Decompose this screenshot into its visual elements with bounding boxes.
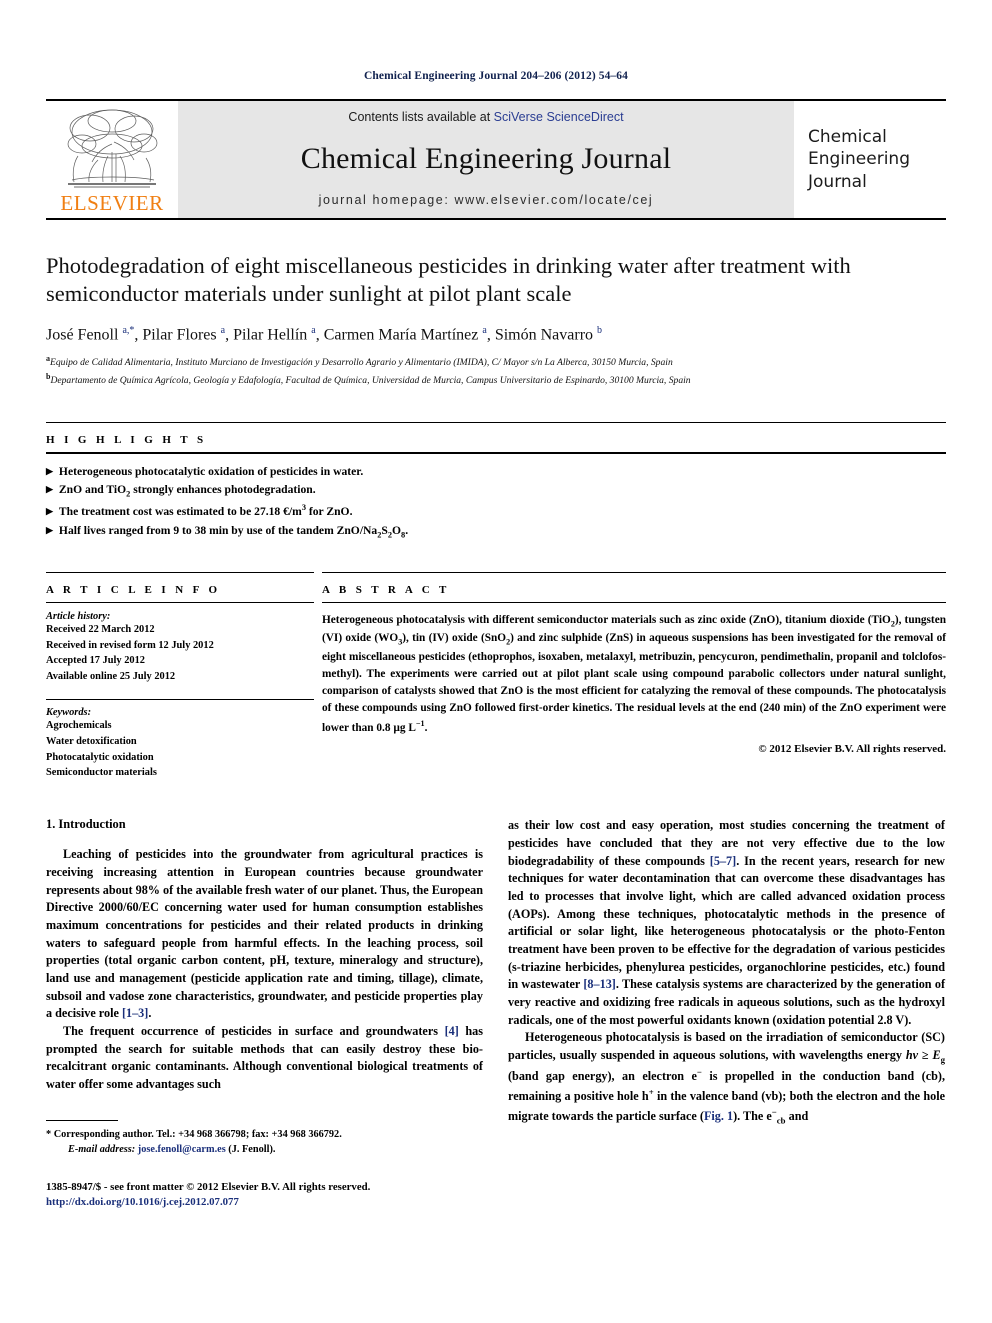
keyword-item: Semiconductor materials	[46, 767, 157, 779]
history-online: Available online 25 July 2012	[46, 671, 176, 683]
highlight-text: The treatment cost was estimated to be 2…	[58, 503, 353, 519]
intro-paragraph-2: The frequent occurrence of pesticides in…	[46, 1024, 483, 1092]
bullet-triangle-icon: ▶	[46, 524, 53, 535]
elsevier-logo: ELSEVIER	[46, 101, 178, 218]
intro-paragraph-3: as their low cost and easy operation, mo…	[508, 818, 945, 1027]
highlight-text: Heterogeneous photocatalytic oxidation o…	[58, 464, 364, 478]
keywords-rule: Keywords: Agrochemicals Water detoxifica…	[46, 698, 314, 781]
abstract-column: A B S T R A C T Heterogeneous photocatal…	[314, 571, 946, 782]
keywords-label: Keywords:	[46, 706, 92, 718]
cover-line-3: Journal	[808, 171, 867, 192]
affiliation-b-text: Departamento de Química Agrícola, Geolog…	[50, 375, 691, 386]
cover-line-2: Engineering	[808, 149, 910, 170]
highlights-heading: H I G H L I G H T S	[46, 433, 207, 446]
bullet-triangle-icon: ▶	[46, 506, 53, 517]
journal-homepage-link[interactable]: journal homepage: www.elsevier.com/locat…	[319, 193, 654, 207]
info-abstract-block: A R T I C L E I N F O Article history: R…	[46, 571, 946, 782]
body-column-left: 1. Introduction Leaching of pesticides i…	[46, 817, 483, 1211]
page-title: Photodegradation of eight miscellaneous …	[46, 253, 851, 307]
abstract-body: Heterogeneous photocatalysis with differ…	[322, 613, 946, 734]
issn-block: 1385-8947/$ - see front matter © 2012 El…	[46, 1180, 483, 1211]
page-content: Chemical Engineering Journal 204–206 (20…	[46, 0, 946, 1211]
affiliation-b: bDepartamento de Química Agrícola, Geolo…	[46, 371, 946, 388]
doi-link[interactable]: http://dx.doi.org/10.1016/j.cej.2012.07.…	[46, 1195, 483, 1211]
history-received: Received 22 March 2012	[46, 623, 155, 635]
list-item: ▶ Half lives ranged from 9 to 38 min by …	[46, 522, 946, 542]
running-head: Chemical Engineering Journal 204–206 (20…	[364, 70, 628, 82]
bullet-triangle-icon: ▶	[46, 484, 53, 495]
footnote-rule	[46, 1119, 118, 1121]
abstract-top-rule: A B S T R A C T	[322, 571, 946, 596]
journal-masthead: ELSEVIER Contents lists available at Sci…	[46, 101, 946, 218]
highlight-text: ZnO and TiO2 strongly enhances photodegr…	[58, 483, 316, 499]
author-list: José Fenoll a,*, Pilar Flores a, Pilar H…	[46, 324, 603, 344]
keyword-item: Water detoxification	[46, 735, 137, 747]
abstract-heading: A B S T R A C T	[322, 583, 450, 596]
article-info-column: A R T I C L E I N F O Article history: R…	[46, 571, 314, 782]
affiliation-a-text: Equipo de Calidad Alimentaria, Instituto…	[50, 357, 673, 369]
masthead-bottom-rule	[46, 218, 946, 220]
corresponding-author-note: * Corresponding author. Tel.: +34 968 36…	[46, 1128, 342, 1140]
list-item: ▶ ZnO and TiO2 strongly enhances photode…	[46, 481, 946, 501]
abstract-under-rule	[322, 601, 946, 603]
intro-paragraph-4: Heterogeneous photocatalysis is based on…	[508, 1030, 945, 1126]
contents-prefix: Contents lists available at	[348, 110, 494, 124]
journal-cover-title: Chemical Engineering Journal	[794, 101, 946, 218]
article-history-label: Article history:	[46, 610, 111, 622]
issn-front-matter: 1385-8947/$ - see front matter © 2012 El…	[46, 1180, 371, 1193]
article-info-under-rule	[46, 601, 314, 603]
article-info-top-rule: A R T I C L E I N F O	[46, 571, 314, 596]
highlights-list: ▶ Heterogeneous photocatalytic oxidation…	[46, 463, 946, 542]
highlights-section: H I G H L I G H T S ▶ Heterogeneous phot…	[46, 421, 946, 542]
highlights-top-rule: H I G H L I G H T S	[46, 421, 946, 446]
affiliation-a: aEquipo de Calidad Alimentaria, Institut…	[46, 353, 946, 370]
journal-title: Chemical Engineering Journal	[300, 141, 672, 175]
history-revised: Received in revised form 12 July 2012	[46, 639, 214, 651]
body-columns: 1. Introduction Leaching of pesticides i…	[46, 817, 946, 1211]
sciencedirect-link[interactable]: SciVerse ScienceDirect	[494, 110, 624, 124]
abstract-copyright: © 2012 Elsevier B.V. All rights reserved…	[758, 743, 946, 756]
history-accepted: Accepted 17 July 2012	[46, 655, 145, 667]
footnote-block: * Corresponding author. Tel.: +34 968 36…	[46, 1119, 483, 1211]
section-heading-introduction: 1. Introduction	[46, 817, 126, 832]
intro-paragraph-1: Leaching of pesticides into the groundwa…	[46, 847, 483, 1021]
body-column-right: as their low cost and easy operation, mo…	[508, 817, 945, 1211]
list-item: ▶ The treatment cost was estimated to be…	[46, 501, 946, 522]
bullet-triangle-icon: ▶	[46, 465, 53, 476]
masthead-center-panel: Contents lists available at SciVerse Sci…	[178, 101, 794, 218]
elsevier-tree-icon	[67, 109, 158, 188]
keyword-item: Agrochemicals	[46, 719, 112, 731]
cover-line-1: Chemical	[808, 126, 887, 147]
highlights-under-rule	[46, 451, 946, 454]
keyword-item: Photocatalytic oxidation	[46, 751, 154, 763]
elsevier-wordmark: ELSEVIER	[60, 191, 164, 215]
contents-available-line: Contents lists available at SciVerse Sci…	[348, 110, 623, 124]
journal-article-page: Chemical Engineering Journal 204–206 (20…	[0, 0, 992, 1323]
email-note: E-mail address: jose.fenoll@carm.es (J. …	[68, 1144, 276, 1156]
list-item: ▶ Heterogeneous photocatalytic oxidation…	[46, 463, 946, 482]
article-info-heading: A R T I C L E I N F O	[46, 583, 221, 596]
highlight-text: Half lives ranged from 9 to 38 min by us…	[58, 523, 409, 540]
